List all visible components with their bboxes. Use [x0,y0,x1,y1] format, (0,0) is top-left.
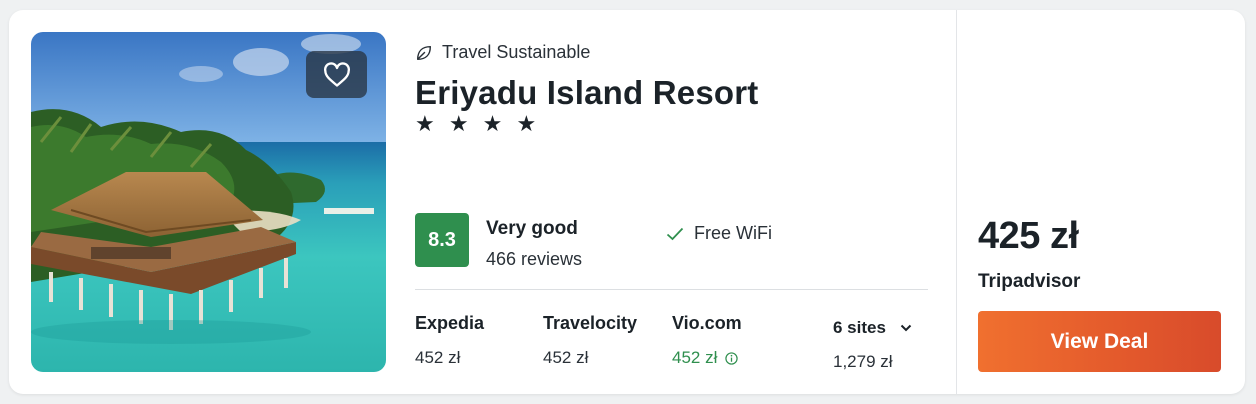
provider-name: Travelocity [543,313,638,333]
provider-travelocity[interactable]: Travelocity 452 zł [543,313,637,368]
rating-label: Very good [486,218,578,239]
star-rating: ★ ★ ★ ★ [415,111,541,136]
amenity-wifi: Free WiFi [666,223,772,244]
amenity-label: Free WiFi [694,223,772,243]
info-icon[interactable] [725,351,739,365]
best-price-site: Tripadvisor [978,271,1081,292]
more-sites-price: 1,279 zł [833,352,893,371]
chevron-down-icon [900,324,912,332]
heart-icon [323,61,350,87]
view-deal-button[interactable]: View Deal [978,311,1221,372]
more-sites-label: 6 sites [833,318,886,337]
section-divider [415,289,928,290]
check-icon [666,227,684,240]
more-sites-dropdown[interactable]: 6 sites 1,279 zł [833,318,912,372]
best-price[interactable]: 425 zł [978,215,1079,258]
review-score-badge: 8.3 [415,213,469,267]
hotel-result-card[interactable]: Travel Sustainable Eriyadu Island Resort… [9,10,1245,394]
hotel-photo[interactable] [31,32,386,372]
leaf-icon [416,45,432,60]
provider-vio[interactable]: Vio.com 452 zł [672,313,742,368]
provider-name: Vio.com [672,313,742,333]
provider-name: Expedia [415,313,485,333]
review-count[interactable]: 466 reviews [486,249,582,270]
provider-expedia[interactable]: Expedia 452 zł [415,313,484,368]
provider-price: 452 zł [543,348,589,367]
sustainability-label: Travel Sustainable [442,42,591,62]
column-divider [956,10,957,394]
provider-price: 452 zł [415,348,461,367]
hotel-name[interactable]: Eriyadu Island Resort [415,74,758,112]
sustainability-badge[interactable]: Travel Sustainable [415,42,590,63]
provider-price: 452 zł [672,348,742,368]
favorite-button[interactable] [306,51,367,98]
